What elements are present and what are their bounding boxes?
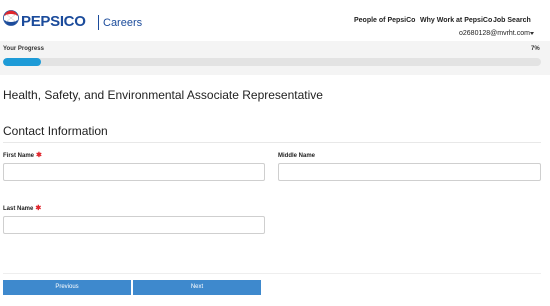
pepsi-globe-logo-icon[interactable] bbox=[3, 10, 19, 26]
section-divider bbox=[3, 142, 541, 143]
middle-name-field[interactable] bbox=[278, 163, 541, 181]
progress-percent: 7% bbox=[531, 46, 540, 52]
last-name-field[interactable] bbox=[3, 216, 265, 234]
nav-people-of-pepsico[interactable]: People of PepsiCo bbox=[354, 16, 415, 25]
chevron-down-icon[interactable] bbox=[530, 32, 534, 35]
site-header: PEPSICO Careers People of PepsiCo Why Wo… bbox=[0, 0, 550, 40]
required-asterisk-icon: ✱ bbox=[35, 205, 42, 212]
nav-why-work-at-pepsico[interactable]: Why Work at PepsiCo bbox=[420, 16, 492, 25]
next-button[interactable]: Next bbox=[133, 280, 261, 295]
first-name-label-text: First Name bbox=[3, 153, 35, 159]
brand-careers[interactable]: Careers bbox=[103, 16, 142, 30]
brand-divider bbox=[98, 15, 99, 30]
first-name-field[interactable] bbox=[3, 163, 265, 181]
middle-name-label-text: Middle Name bbox=[278, 153, 316, 159]
brand-name[interactable]: PEPSICO bbox=[21, 14, 86, 30]
footer-divider bbox=[3, 273, 541, 274]
last-name-label-text: Last Name bbox=[3, 206, 34, 212]
first-name-label: First Name ✱ bbox=[3, 152, 42, 160]
middle-name-label: Middle Name bbox=[278, 152, 315, 160]
progress-bar bbox=[3, 58, 541, 66]
progress-bar-fill bbox=[3, 58, 41, 66]
last-name-label: Last Name ✱ bbox=[3, 205, 41, 213]
section-title: Contact Information bbox=[3, 124, 108, 138]
required-asterisk-icon: ✱ bbox=[36, 152, 42, 159]
previous-button[interactable]: Previous bbox=[3, 280, 131, 295]
progress-label: Your Progress bbox=[3, 46, 44, 52]
job-title: Health, Safety, and Environmental Associ… bbox=[3, 88, 323, 102]
nav-job-search[interactable]: Job Search bbox=[493, 16, 531, 25]
user-account-menu[interactable]: o2680128@mvrht.com bbox=[459, 29, 530, 38]
